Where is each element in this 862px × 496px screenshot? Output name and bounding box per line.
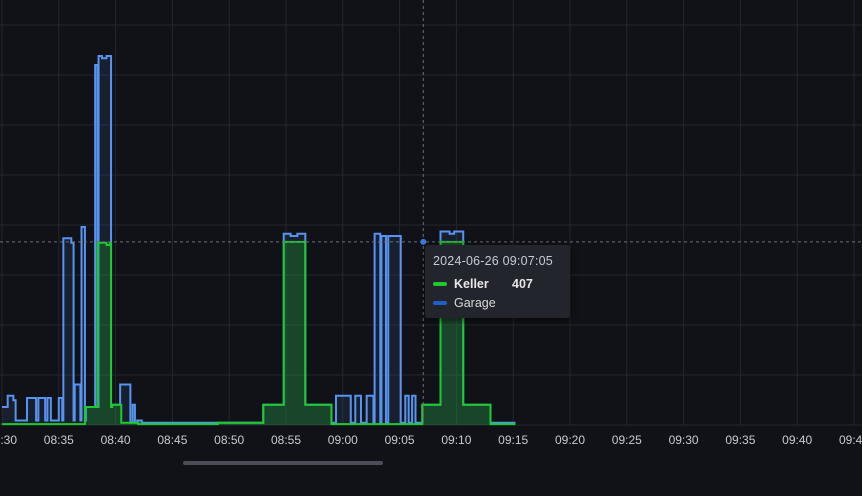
- tooltip-series-name: Garage: [454, 295, 496, 310]
- x-tick-label: 09:10: [441, 433, 471, 447]
- garage-swatch: [433, 300, 447, 305]
- x-tick-label: 09:15: [498, 433, 528, 447]
- chart-grid: [0, 0, 862, 426]
- x-tick-label: 09:20: [555, 433, 585, 447]
- crosshair: [0, 0, 862, 425]
- x-tick-label: 08:50: [214, 433, 244, 447]
- x-tick-label: 09:30: [669, 433, 699, 447]
- x-tick-label: 09:45: [839, 433, 862, 447]
- x-tick-label: 09:00: [328, 433, 358, 447]
- tooltip-series-name: Keller: [454, 276, 489, 291]
- x-tick-label: 08:45: [157, 433, 187, 447]
- horizontal-scrollbar[interactable]: [183, 461, 383, 465]
- x-tick-label: 09:25: [612, 433, 642, 447]
- tooltip-time: 2024-06-26 09:07:05: [433, 254, 553, 268]
- keller-swatch: [433, 281, 447, 286]
- hover-point: [420, 238, 427, 245]
- series-line-garage: [2, 55, 516, 424]
- tooltip-row-keller: Keller 407: [433, 274, 562, 293]
- x-axis: 08:30 08:35 08:40 08:45 08:50 08:55 09:00 09:05…: [0, 433, 862, 447]
- plot-area: [2, 55, 516, 426]
- x-tick-label: 08:35: [44, 433, 74, 447]
- x-tick-label: 08:55: [271, 433, 301, 447]
- x-tick-label: 08:30: [0, 433, 17, 447]
- x-tick-label: 08:40: [101, 433, 131, 447]
- tooltip: 2024-06-26 09:07:05 Keller 407 Garage: [425, 245, 570, 318]
- x-tick-label: 09:05: [385, 433, 415, 447]
- tooltip-series-value: 407: [512, 276, 533, 291]
- x-tick-label: 09:35: [725, 433, 755, 447]
- series-area-garage: [2, 56, 516, 425]
- x-tick-label: 09:40: [782, 433, 812, 447]
- tooltip-row-garage: Garage: [433, 293, 562, 312]
